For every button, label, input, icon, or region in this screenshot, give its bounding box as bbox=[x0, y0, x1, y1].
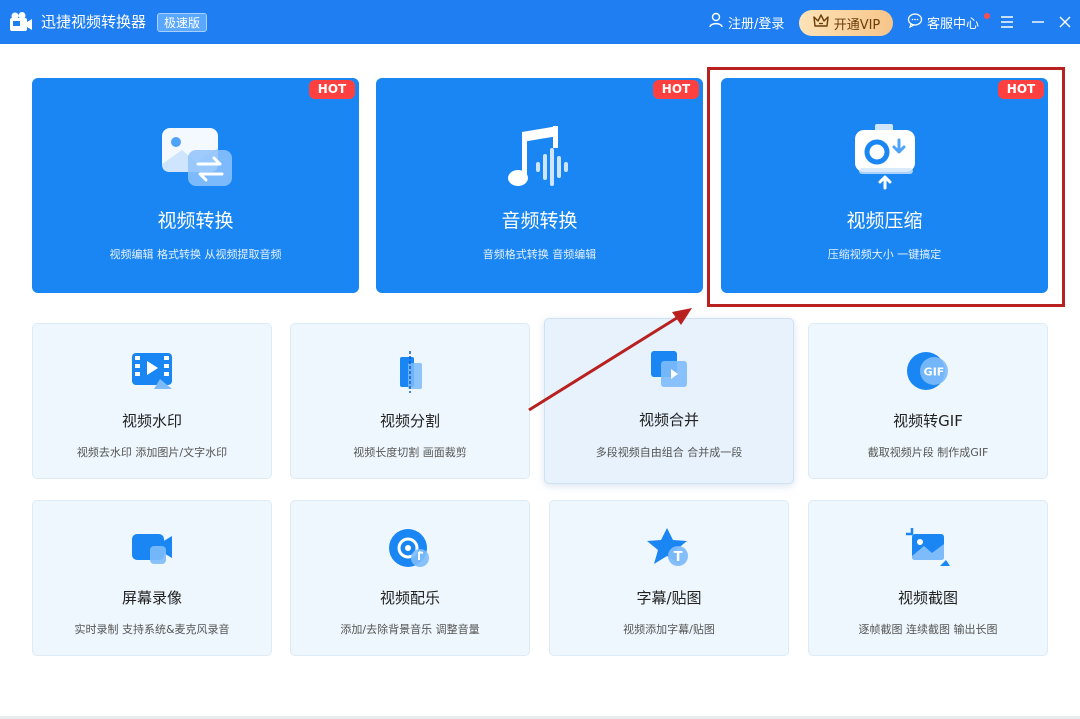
hot-tag: HOT bbox=[309, 80, 355, 99]
card-title: 音频转换 bbox=[501, 210, 578, 232]
card-title: 视频配乐 bbox=[379, 589, 440, 607]
card-description: 实时录制 支持系统&麦克风录音 bbox=[74, 623, 230, 636]
card-title: 视频压缩 bbox=[846, 210, 923, 232]
music-card[interactable]: 视频配乐 添加/去除背景音乐 调整音量 bbox=[290, 500, 530, 656]
split-card[interactable]: 视频分割 视频长度切割 画面裁剪 bbox=[290, 323, 530, 479]
customer-service-link[interactable]: 客服中心 bbox=[907, 0, 979, 44]
card-description: 视频去水印 添加图片/文字水印 bbox=[76, 446, 228, 459]
subtitle-card[interactable]: T 字幕/贴图 视频添加字幕/贴图 bbox=[549, 500, 789, 656]
minimize-icon[interactable] bbox=[1028, 12, 1048, 32]
gif-card[interactable]: GIF 视频转GIF 截取视频片段 制作成GIF bbox=[808, 323, 1048, 479]
app-title: 迅捷视频转换器 bbox=[41, 13, 147, 31]
title-bar: 迅捷视频转换器 极速版 注册/登录 开通VIP 客服中心 bbox=[0, 0, 1080, 44]
video-compress-card[interactable]: HOT 视频压缩 压缩视频大小 一键搞定 bbox=[721, 78, 1048, 293]
video-convert-icon bbox=[156, 122, 236, 192]
video-compress-icon bbox=[845, 122, 925, 192]
card-title: 视频截图 bbox=[897, 589, 958, 607]
notification-dot bbox=[984, 13, 990, 19]
card-description: 添加/去除背景音乐 调整音量 bbox=[340, 623, 480, 636]
card-title: 视频转换 bbox=[157, 210, 234, 232]
card-title: 屏幕录像 bbox=[121, 589, 182, 607]
split-icon bbox=[386, 349, 434, 393]
card-title: 视频合并 bbox=[638, 411, 699, 429]
screen-record-card[interactable]: 屏幕录像 实时录制 支持系统&麦克风录音 bbox=[32, 500, 272, 656]
subtitle-icon-text: T bbox=[674, 550, 683, 565]
card-description: 截取视频片段 制作成GIF bbox=[867, 446, 989, 459]
card-description: 视频添加字幕/贴图 bbox=[623, 623, 715, 636]
service-label: 客服中心 bbox=[927, 16, 980, 32]
menu-icon[interactable] bbox=[997, 12, 1017, 32]
watermark-card[interactable]: 视频水印 视频去水印 添加图片/文字水印 bbox=[32, 323, 272, 479]
watermark-icon bbox=[128, 349, 176, 393]
card-description: 音频格式转换 音频编辑 bbox=[482, 248, 597, 261]
subtitle-icon: T bbox=[645, 526, 693, 570]
edition-badge: 极速版 bbox=[157, 13, 208, 32]
screen-record-icon bbox=[128, 526, 176, 570]
chat-bubble-icon bbox=[907, 12, 923, 32]
crown-icon bbox=[812, 13, 830, 33]
close-icon[interactable] bbox=[1055, 12, 1075, 32]
card-description: 视频编辑 格式转换 从视频提取音频 bbox=[109, 248, 282, 261]
card-title: 字幕/贴图 bbox=[636, 589, 702, 607]
screenshot-icon bbox=[904, 526, 952, 570]
card-description: 压缩视频大小 一键搞定 bbox=[827, 248, 942, 261]
card-title: 视频转GIF bbox=[893, 412, 963, 430]
card-description: 逐帧截图 连续截图 输出长图 bbox=[858, 623, 998, 636]
gif-icon-text: GIF bbox=[924, 366, 945, 379]
vip-button[interactable]: 开通VIP bbox=[799, 10, 893, 36]
screenshot-card[interactable]: 视频截图 逐帧截图 连续截图 输出长图 bbox=[808, 500, 1048, 656]
merge-icon bbox=[645, 347, 693, 391]
vip-label: 开通VIP bbox=[833, 17, 881, 33]
hot-tag: HOT bbox=[998, 80, 1044, 99]
gif-icon: GIF bbox=[904, 349, 952, 393]
card-description: 视频长度切割 画面裁剪 bbox=[353, 446, 467, 459]
app-logo-icon bbox=[9, 11, 33, 33]
card-title: 视频水印 bbox=[121, 412, 182, 430]
audio-convert-card[interactable]: HOT 音频转换 音频格式转换 音频编辑 bbox=[376, 78, 703, 293]
login-label: 注册/登录 bbox=[728, 16, 785, 32]
card-title: 视频分割 bbox=[379, 412, 440, 430]
merge-card[interactable]: 视频合并 多段视频自由组合 合并成一段 bbox=[544, 318, 794, 484]
music-icon bbox=[386, 526, 434, 570]
login-link[interactable]: 注册/登录 bbox=[708, 0, 784, 44]
card-description: 多段视频自由组合 合并成一段 bbox=[595, 446, 743, 459]
user-icon bbox=[708, 12, 724, 32]
audio-convert-icon bbox=[500, 122, 580, 192]
hot-tag: HOT bbox=[653, 80, 699, 99]
video-convert-card[interactable]: HOT 视频转换 视频编辑 格式转换 从视频提取音频 bbox=[32, 78, 359, 293]
